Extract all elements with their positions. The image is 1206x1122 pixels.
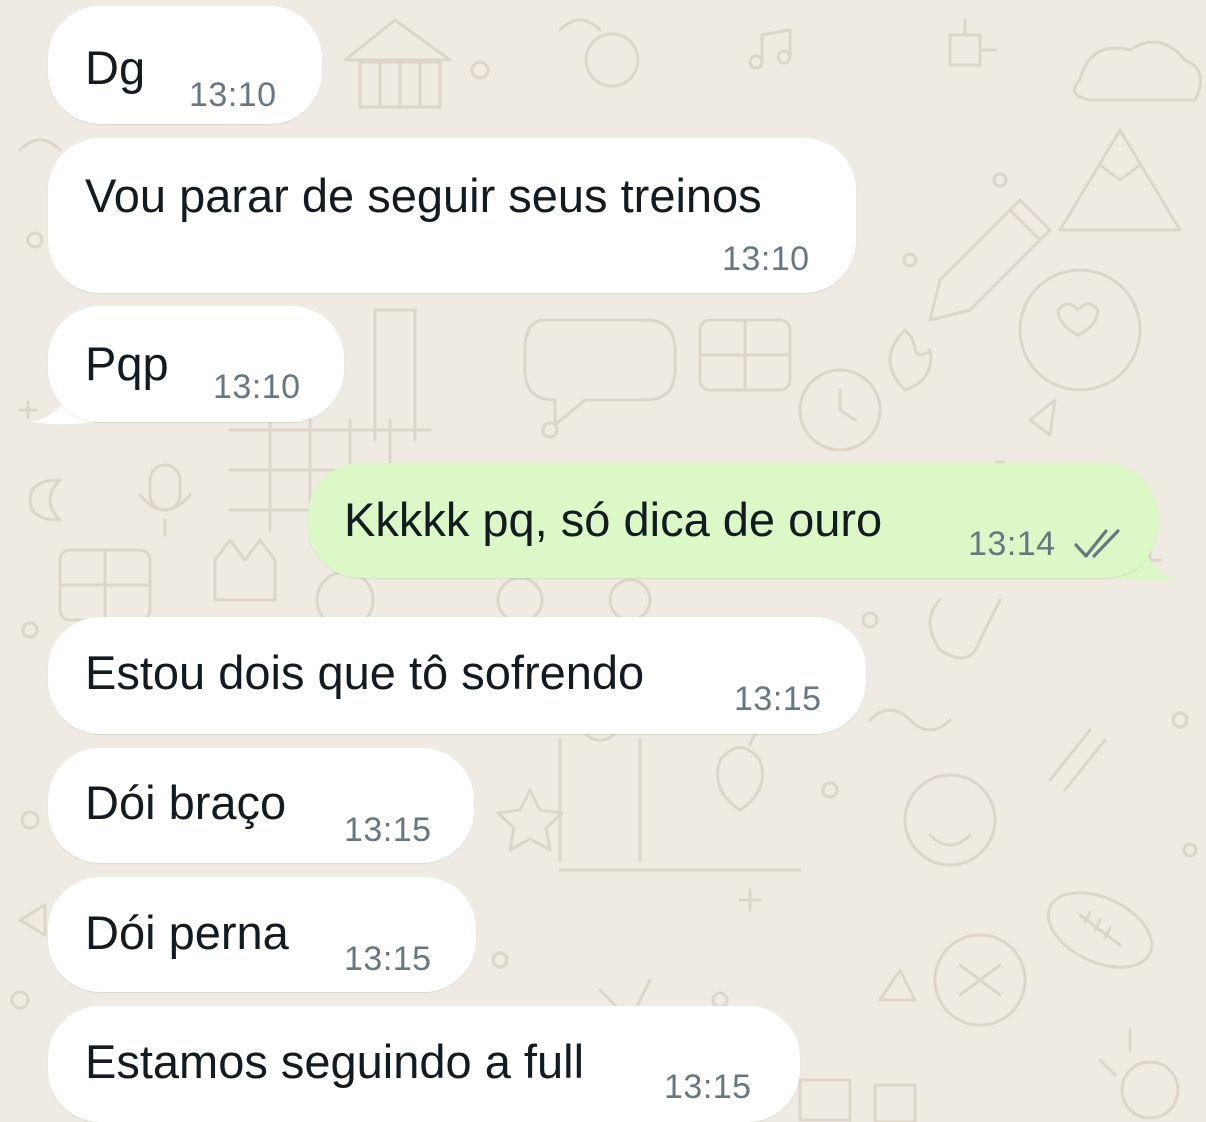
- message-timestamp: 13:10: [213, 368, 301, 406]
- message-text: Dói braço: [85, 776, 287, 829]
- message-timestamp: 13:15: [734, 680, 822, 718]
- message-timestamp: 13:15: [344, 940, 432, 978]
- message-text: Vou parar de seguir seus treinos: [85, 169, 762, 222]
- message-bubble-incoming[interactable]: Dói perna 13:15: [48, 877, 476, 992]
- message-text: Estou dois que tô sofrendo: [85, 646, 645, 699]
- message-text: Dg: [85, 41, 146, 94]
- message-text: Kkkkk pq, só dica de ouro: [344, 493, 883, 546]
- message-bubble-incoming[interactable]: Pqp 13:10: [48, 306, 344, 422]
- message-timestamp: 13:10: [722, 240, 810, 278]
- message-bubble-incoming[interactable]: Dg 13:10: [48, 6, 322, 124]
- double-check-icon: [1074, 529, 1120, 558]
- message-bubble-incoming[interactable]: Estamos seguindo a full 13:15: [48, 1006, 800, 1122]
- message-bubble-incoming[interactable]: Vou parar de seguir seus treinos 13:10: [48, 138, 856, 293]
- message-text: Estamos seguindo a full: [85, 1035, 585, 1088]
- message-timestamp: 13:14: [968, 525, 1056, 563]
- message-bubble-incoming[interactable]: Estou dois que tô sofrendo 13:15: [48, 617, 866, 734]
- message-bubble-incoming[interactable]: Dói braço 13:15: [48, 748, 474, 863]
- message-timestamp: 13:15: [664, 1068, 752, 1106]
- message-text: Pqp: [85, 337, 169, 390]
- message-timestamp: 13:10: [189, 76, 277, 114]
- message-bubble-outgoing[interactable]: Kkkkk pq, só dica de ouro 13:14: [308, 463, 1158, 578]
- message-text: Dói perna: [85, 906, 289, 959]
- message-timestamp: 13:15: [344, 811, 432, 849]
